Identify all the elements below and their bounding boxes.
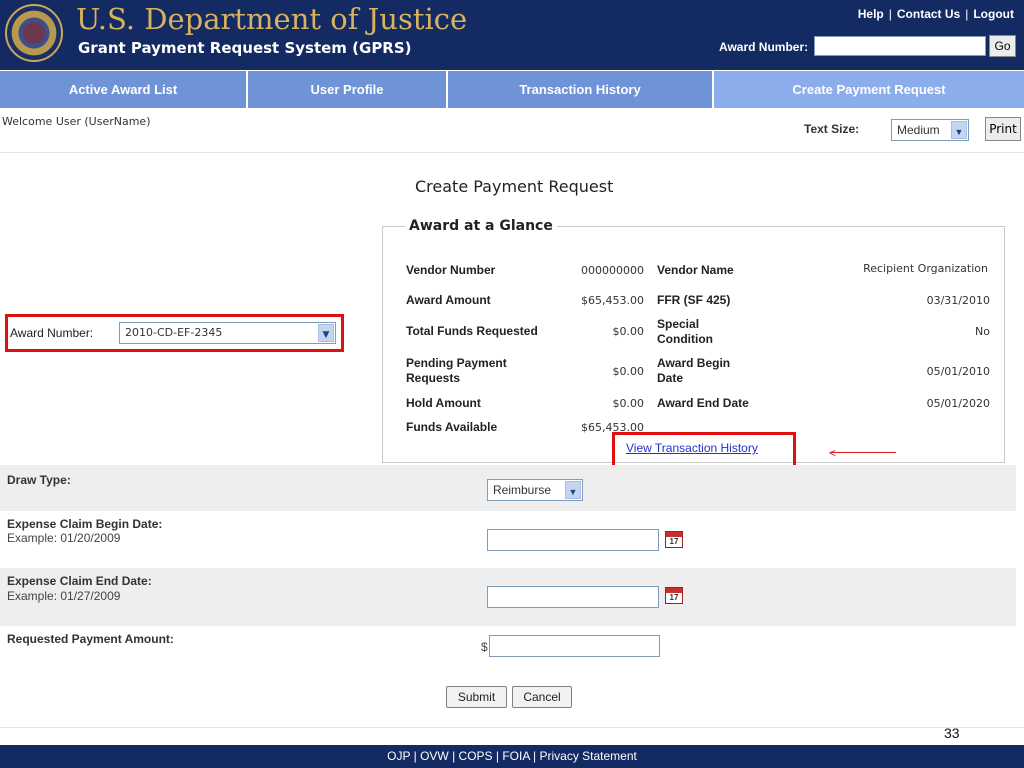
award-amount-value: $65,453.00 [581,294,644,307]
vendor-number-label: Vendor Number [406,263,496,277]
end-date-label: Expense Claim End Date: [7,574,152,588]
cops-link[interactable]: COPS [459,749,493,763]
ffr-value: 03/31/2010 [926,294,990,307]
calendar-icon[interactable]: 17 [665,587,683,604]
vendor-name-label: Vendor Name [657,263,734,277]
utility-links: Help | Contact Us | Logout [858,7,1014,21]
site-title: U.S. Department of Justice [76,2,468,36]
logout-link[interactable]: Logout [973,7,1014,21]
begin-date-input[interactable] [487,529,659,551]
end-date-example: Example: 01/27/2009 [7,589,121,603]
vendor-number-value: 000000000 [581,264,644,277]
total-funds-requested-label: Total Funds Requested [406,324,538,338]
main-nav: Active Award List User Profile Transacti… [0,71,1024,108]
site-footer: OJP | OVW | COPS | FOIA | Privacy Statem… [0,745,1024,768]
chevron-down-icon: ▼ [951,121,967,139]
go-button[interactable]: Go [989,35,1016,57]
submit-button[interactable]: Submit [446,686,507,708]
separator: | [888,7,892,21]
foia-link[interactable]: FOIA [502,749,529,763]
calendar-day: 17 [669,537,679,546]
divider [0,727,1024,728]
site-subtitle: Grant Payment Request System (GPRS) [78,39,412,57]
chevron-down-icon: ▼ [565,481,581,499]
pending-payment-requests-label: Pending Payment Requests [406,356,507,385]
award-begin-date-value: 05/01/2010 [926,365,990,378]
contact-us-link[interactable]: Contact Us [897,7,960,21]
site-header: U.S. Department of Justice Grant Payment… [0,0,1024,70]
begin-date-example: Example: 01/20/2009 [7,531,121,545]
annotation-arrow [830,452,896,453]
pending-payment-requests-value: $0.00 [612,365,645,378]
header-award-number-input[interactable] [814,36,986,56]
calendar-day: 17 [669,593,679,602]
tab-transaction-history[interactable]: Transaction History [448,71,714,108]
award-end-date-value: 05/01/2020 [926,397,990,410]
divider [0,152,1024,153]
print-button[interactable]: Print [985,117,1021,141]
ojp-link[interactable]: OJP [387,749,410,763]
payment-amount-input[interactable] [489,635,660,657]
award-at-a-glance-legend: Award at a Glance [405,218,557,234]
welcome-message: Welcome User (UserName) [2,115,151,128]
draw-type-select[interactable]: Reimburse ▼ [487,479,583,501]
cancel-button[interactable]: Cancel [512,686,572,708]
text-size-select[interactable]: Medium ▼ [891,119,969,141]
award-amount-label: Award Amount [406,293,491,307]
special-condition-value: No [975,325,990,338]
hold-amount-label: Hold Amount [406,396,481,410]
tab-user-profile[interactable]: User Profile [248,71,448,108]
special-condition-label: Special Condition [657,317,713,346]
award-end-date-label: Award End Date [657,396,749,410]
currency-symbol: $ [481,640,488,654]
tab-create-payment-request[interactable]: Create Payment Request [714,71,1024,108]
arrow-left-icon: < [829,446,837,460]
header-award-number-label: Award Number: [719,40,809,54]
end-date-input[interactable] [487,586,659,608]
text-size-label: Text Size: [804,122,860,136]
vendor-name-value: Recipient Organization [863,262,988,275]
slide-number: 33 [944,725,960,741]
funds-available-label: Funds Available [406,420,498,434]
privacy-statement-link[interactable]: Privacy Statement [539,749,636,763]
separator: | [965,7,969,21]
tab-active-award-list[interactable]: Active Award List [0,71,248,108]
payment-amount-label: Requested Payment Amount: [7,632,174,646]
total-funds-requested-value: $0.00 [612,325,645,338]
begin-date-label: Expense Claim Begin Date: [7,517,163,531]
help-link[interactable]: Help [858,7,884,21]
calendar-icon[interactable]: 17 [665,531,683,548]
draw-type-label: Draw Type: [7,473,71,487]
highlight-box-award-number [5,314,344,352]
draw-type-value: Reimburse [493,483,552,497]
award-begin-date-label: Award Begin Date [657,356,731,385]
text-size-value: Medium [897,123,940,137]
doj-seal-logo [5,4,63,62]
hold-amount-value: $0.00 [612,397,645,410]
ovw-link[interactable]: OVW [420,749,449,763]
page-title: Create Payment Request [415,177,614,196]
ffr-label: FFR (SF 425) [657,293,731,307]
